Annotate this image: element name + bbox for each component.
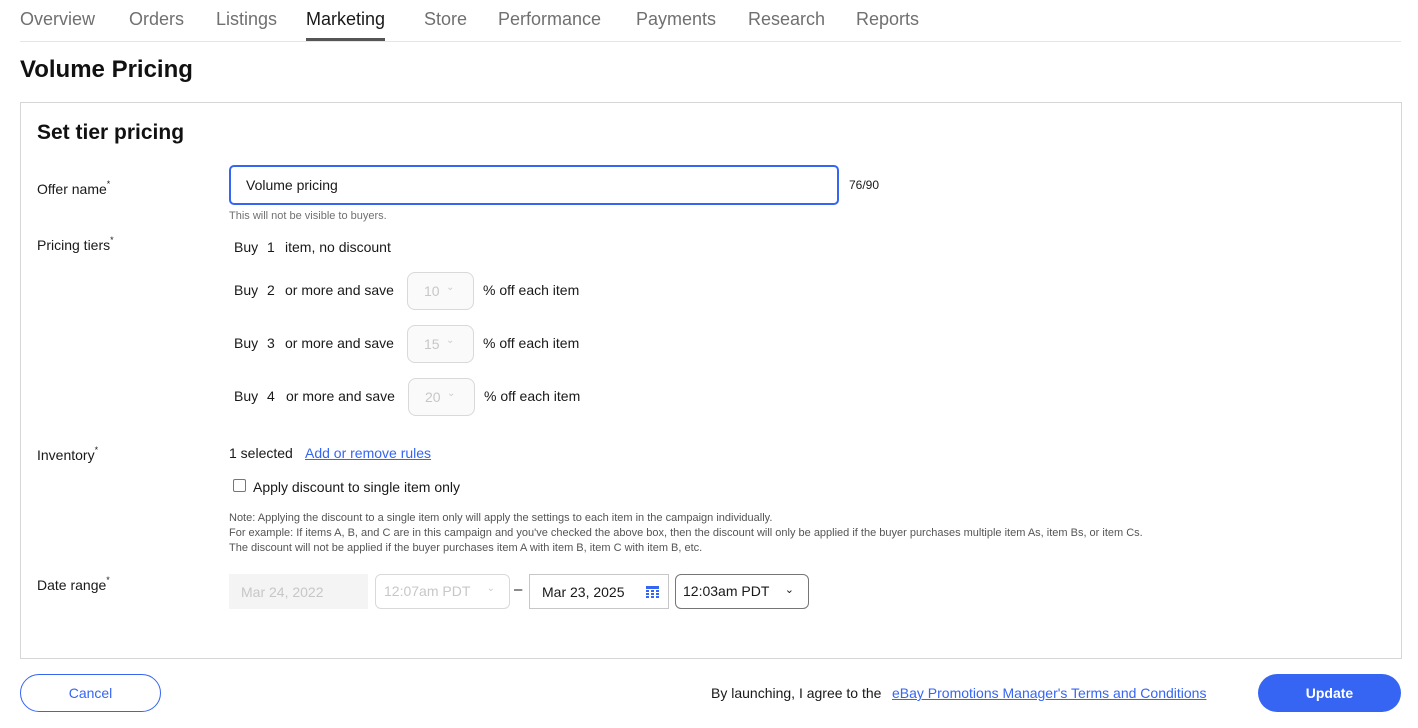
chevron-down-icon: ⌄ — [486, 583, 495, 594]
pricing-tiers-label-text: Pricing tiers — [37, 237, 111, 253]
date-range-label: Date range* — [37, 575, 110, 593]
end-time-value: 12:03am PDT — [683, 583, 770, 599]
tier-buy-text: Buy — [234, 335, 259, 351]
tier-qty: 1 — [267, 239, 275, 255]
tier-suffix: % off each item — [483, 282, 580, 298]
tab-marketing[interactable]: Marketing — [306, 8, 386, 41]
add-remove-rules-link[interactable]: Add or remove rules — [305, 445, 431, 461]
single-item-checkbox[interactable] — [233, 479, 246, 492]
note-line: The discount will not be applied if the … — [229, 542, 703, 554]
update-button[interactable]: Update — [1258, 674, 1401, 712]
tier-pricing-card: Set tier pricing Offer name* 76/90 This … — [20, 102, 1402, 659]
page-title: Volume Pricing — [20, 56, 193, 83]
tier-buy-text: Buy — [234, 282, 259, 298]
tab-store[interactable]: Store — [424, 8, 467, 41]
tier-discount-select[interactable]: 15 ⌄ — [407, 325, 474, 363]
tab-performance[interactable]: Performance — [498, 8, 601, 41]
tab-reports[interactable]: Reports — [856, 8, 919, 41]
offer-name-input[interactable] — [229, 165, 839, 205]
char-count: 76/90 — [849, 178, 880, 192]
tab-overview[interactable]: Overview — [20, 8, 95, 41]
tier-description: or more and save — [285, 335, 394, 351]
tier-description: item, no discount — [285, 239, 391, 255]
start-time-select: 12:07am PDT ⌄ — [375, 574, 510, 609]
calendar-icon[interactable] — [646, 586, 659, 598]
terms-link[interactable]: eBay Promotions Manager's Terms and Cond… — [892, 685, 1206, 701]
tier-description: or more and save — [285, 282, 394, 298]
tier-suffix: % off each item — [483, 335, 580, 351]
offer-name-label-text: Offer name — [37, 181, 107, 197]
top-nav: Overview Orders Listings Marketing Store… — [20, 0, 1401, 42]
agreement-text: By launching, I agree to the — [711, 685, 882, 701]
tab-payments[interactable]: Payments — [636, 8, 716, 41]
tier-buy-text: Buy — [234, 388, 259, 404]
tier-buy-text: Buy — [234, 239, 259, 255]
cancel-button[interactable]: Cancel — [20, 674, 161, 712]
date-range-separator: – — [514, 581, 523, 598]
required-mark: * — [94, 445, 99, 455]
required-mark: * — [106, 179, 111, 189]
single-item-checkbox-label[interactable]: Apply discount to single item only — [253, 479, 460, 495]
tab-research[interactable]: Research — [748, 8, 825, 41]
chevron-down-icon: ⌄ — [446, 335, 455, 346]
date-range-label-text: Date range — [37, 577, 107, 593]
tier-discount-value: 10 — [424, 283, 440, 299]
end-time-select[interactable]: 12:03am PDT ⌄ — [675, 574, 809, 609]
pricing-tiers-label: Pricing tiers* — [37, 235, 114, 253]
tier-qty: 2 — [267, 282, 275, 298]
tier-description: or more and save — [286, 388, 395, 404]
required-mark: * — [110, 235, 114, 245]
offer-name-helper: This will not be visible to buyers. — [229, 210, 387, 222]
inventory-selected-count: 1 selected — [229, 445, 293, 461]
chevron-down-icon: ⌄ — [446, 282, 455, 293]
tab-listings[interactable]: Listings — [216, 8, 277, 41]
required-mark: * — [106, 575, 110, 585]
tier-qty: 3 — [267, 335, 275, 351]
start-date-field: Mar 24, 2022 — [229, 574, 368, 609]
note-line: Note: Applying the discount to a single … — [229, 512, 773, 524]
inventory-note: Note: Applying the discount to a single … — [229, 511, 1143, 556]
tab-orders[interactable]: Orders — [129, 8, 184, 41]
tier-discount-value: 15 — [424, 336, 440, 352]
start-time-value: 12:07am PDT — [384, 583, 471, 599]
tier-discount-select[interactable]: 20 ⌄ — [408, 378, 475, 416]
inventory-label-text: Inventory — [37, 447, 95, 463]
chevron-down-icon: ⌄ — [447, 388, 456, 399]
inventory-label: Inventory* — [37, 445, 99, 463]
note-line: For example: If items A, B, and C are in… — [229, 527, 1143, 539]
tier-discount-value: 20 — [425, 389, 441, 405]
offer-name-label: Offer name* — [37, 179, 111, 197]
tier-qty: 4 — [267, 388, 275, 404]
tier-suffix: % off each item — [484, 388, 581, 404]
chevron-down-icon: ⌄ — [784, 584, 794, 596]
card-title: Set tier pricing — [37, 121, 185, 144]
tier-discount-select[interactable]: 10 ⌄ — [407, 272, 474, 310]
